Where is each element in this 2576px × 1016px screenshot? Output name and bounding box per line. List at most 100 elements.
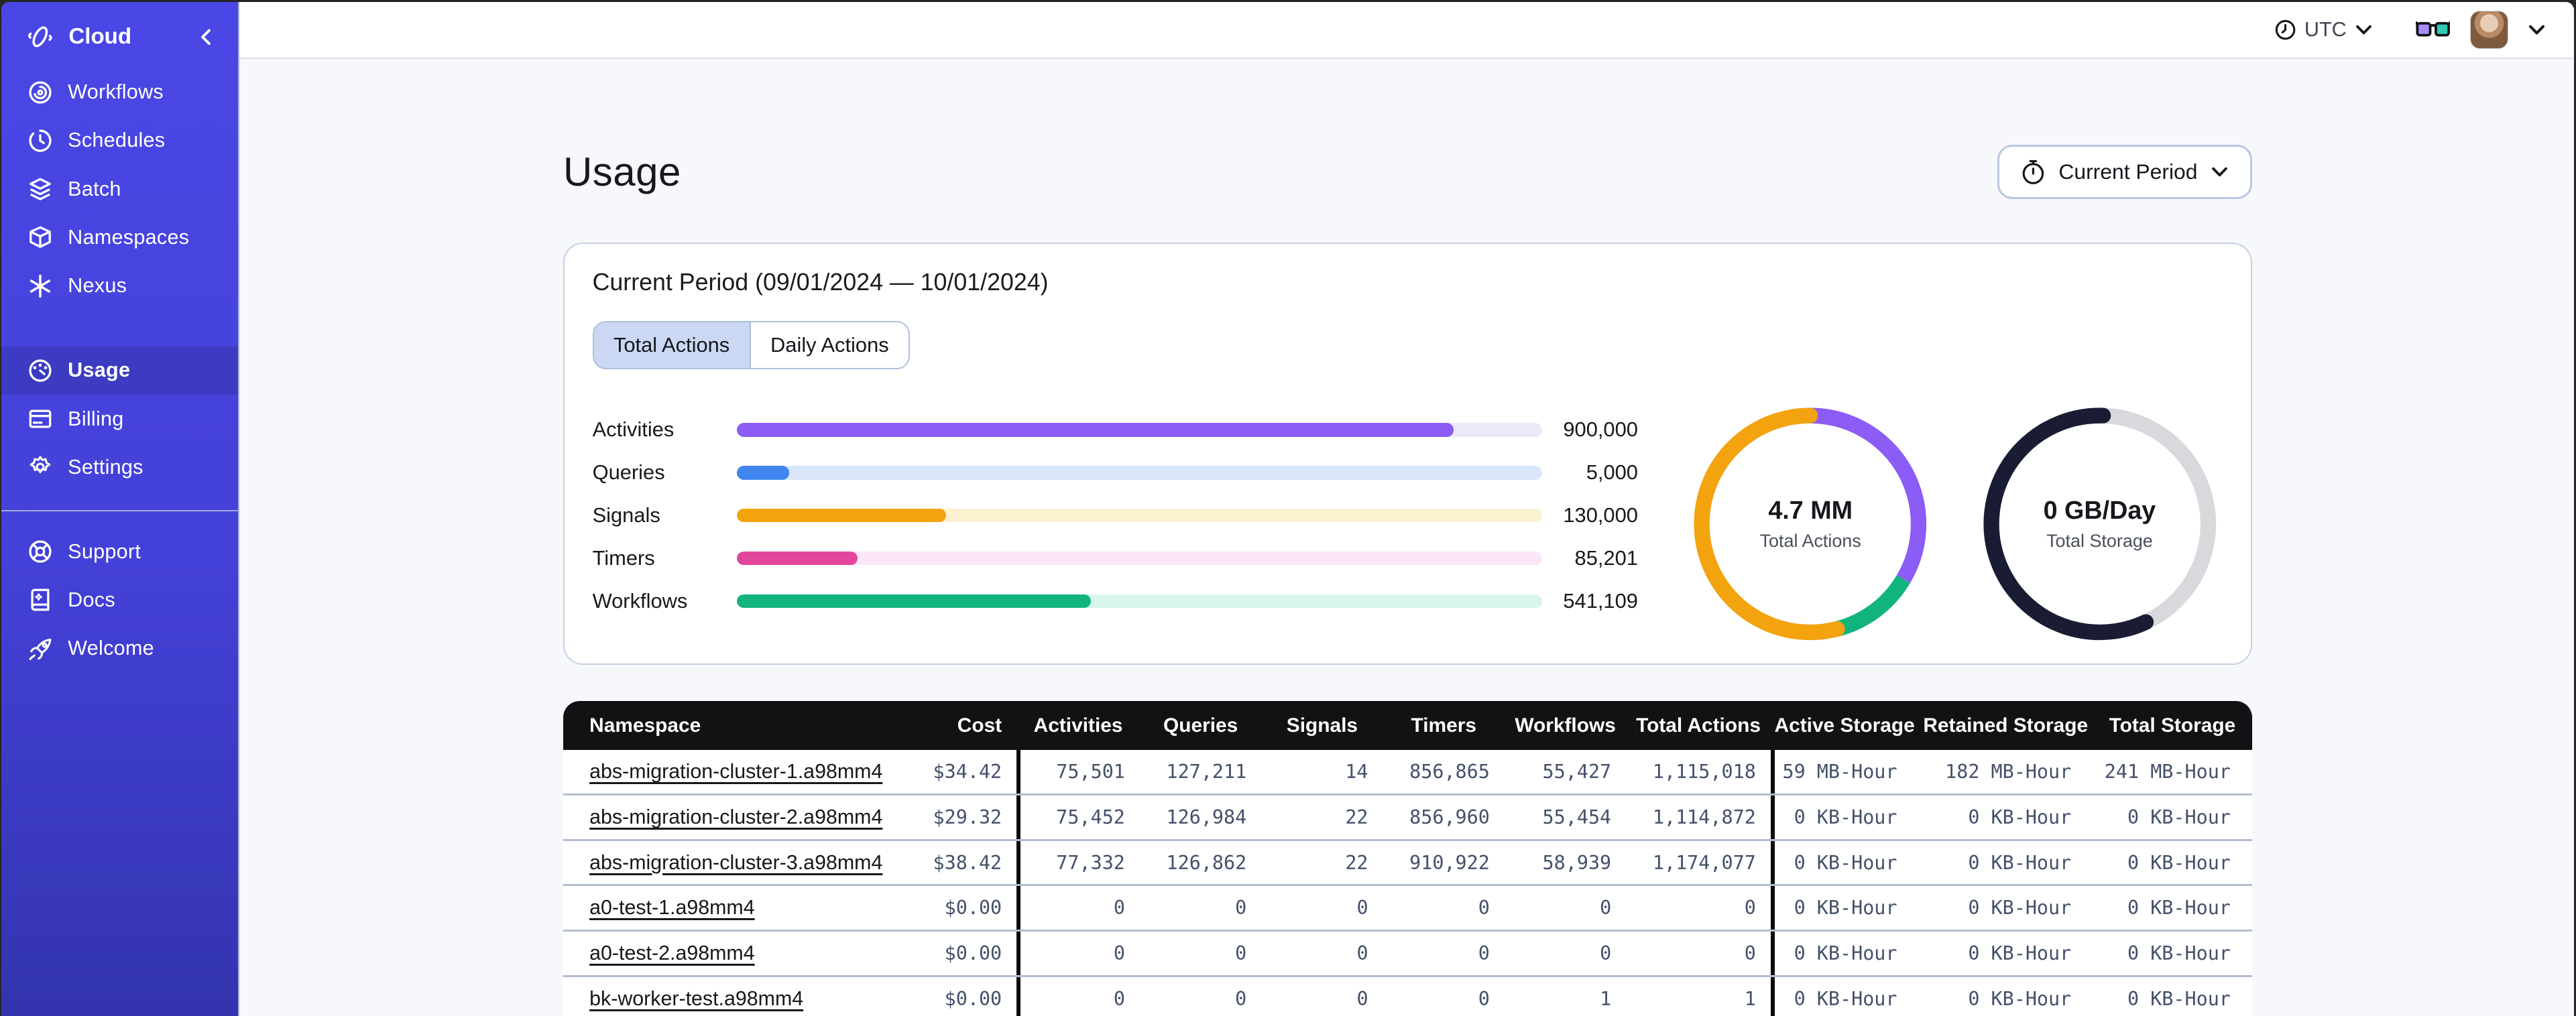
table-cell: 0 (1016, 932, 1140, 975)
chevron-down-icon (2211, 163, 2229, 181)
settings-icon (27, 454, 53, 480)
table-row: abs-migration-cluster-2.a98mm4 $29.32 75,4… (563, 795, 2252, 841)
table-header-cell: Retained Storage (1923, 714, 2089, 737)
table-cell: 0 (1235, 897, 1247, 919)
table-cell: 0 KB-Hour (2127, 942, 2231, 964)
stopwatch-icon (2021, 159, 2046, 185)
table-header-cell: Queries (1163, 714, 1238, 737)
table-cell: 0 KB-Hour (1968, 806, 2072, 828)
content-area: Usage Current Period Current Period (09/… (239, 58, 2574, 1016)
table-cell: 0 (1478, 987, 1490, 1010)
table-cell: $0.00 (944, 987, 1002, 1010)
table-cell: 1,115,018 (1652, 761, 1756, 783)
bar-track (737, 551, 1542, 566)
table-cell: $34.42 (933, 761, 1002, 783)
table-cell: 0 KB-Hour (1770, 840, 1919, 885)
bar-value: 5,000 (1586, 460, 1638, 485)
namespace-link[interactable]: abs-migration-cluster-3.a98mm4 (589, 851, 882, 875)
table-cell: 127,211 (1166, 761, 1247, 783)
namespace-link[interactable]: bk-worker-test.a98mm4 (589, 987, 803, 1011)
tab-total-actions[interactable]: Total Actions (593, 322, 750, 369)
usage-bar-row: Activities 900,000 (593, 416, 1638, 444)
sidebar-item-billing[interactable]: Billing (1, 395, 238, 443)
sidebar-item-schedules[interactable]: Schedules (1, 117, 238, 165)
table-cell: 0 KB-Hour (1770, 932, 1919, 975)
timezone-select[interactable]: UTC (2274, 18, 2373, 42)
sidebar-item-nexus[interactable]: Nexus (1, 262, 238, 310)
page-title: Usage (563, 149, 681, 195)
namespace-cell: a0-test-1.a98mm4 (563, 886, 892, 930)
bar-track (737, 465, 1542, 480)
bar-fill (737, 465, 790, 480)
sidebar-item-label: Settings (68, 455, 143, 479)
table-cell: 126,862 (1166, 851, 1247, 874)
batch-icon (27, 176, 53, 202)
sidebar-item-welcome[interactable]: Welcome (1, 625, 238, 673)
table-header-cell: Cost (957, 714, 1002, 737)
table-cell: 856,865 (1409, 761, 1490, 783)
account-menu-chevron-icon[interactable] (2528, 21, 2546, 39)
bar-fill (737, 422, 1454, 437)
main-column: UTC Usage Current Period Current Period … (239, 2, 2574, 1016)
screenshot-stage: Cloud Workflows Schedules Batch Namespac… (0, 0, 2576, 1016)
table-cell: 22 (1345, 851, 1368, 874)
table-cell: 1 (1744, 987, 1756, 1010)
table-cell: 0 KB-Hour (1770, 795, 1919, 839)
period-select-button[interactable]: Current Period (1997, 145, 2252, 200)
brand-label: Cloud (68, 23, 132, 49)
disguise-glasses-icon[interactable] (2415, 17, 2451, 42)
billing-icon (27, 406, 53, 432)
usage-bar-row: Workflows 541,109 (593, 587, 1638, 616)
user-avatar[interactable] (2469, 11, 2508, 50)
tab-daily-actions[interactable]: Daily Actions (749, 322, 909, 369)
table-cell: 0 (1478, 942, 1490, 964)
sidebar-item-label: Usage (68, 359, 131, 382)
timezone-label: UTC (2304, 18, 2347, 42)
sidebar-item-docs[interactable]: Docs (1, 576, 238, 624)
table-cell: 241 MB-Hour (2104, 761, 2231, 783)
bar-value: 541,109 (1563, 589, 1638, 613)
nexus-icon (27, 273, 53, 299)
sidebar-item-batch[interactable]: Batch (1, 165, 238, 213)
table-cell: 55,427 (1542, 761, 1612, 783)
namespace-link[interactable]: abs-migration-cluster-1.a98mm4 (589, 760, 882, 783)
table-cell: 0 KB-Hour (1770, 886, 1919, 930)
sidebar-item-workflows[interactable]: Workflows (1, 68, 238, 116)
table-cell: 0 (1744, 897, 1756, 919)
namespace-link[interactable]: a0-test-1.a98mm4 (589, 896, 755, 919)
table-cell: 0 KB-Hour (1968, 851, 2072, 874)
period-select-label: Current Period (2058, 160, 2198, 184)
table-header-cell: Total Actions (1636, 714, 1761, 737)
usage-bar-row: Queries 5,000 (593, 458, 1638, 487)
sidebar-item-support[interactable]: Support (1, 527, 238, 576)
card-title: Current Period (09/01/2024 — 10/01/2024) (592, 268, 1049, 296)
table-cell: 1,174,077 (1652, 851, 1756, 874)
sidebar-item-usage[interactable]: Usage (1, 346, 239, 395)
table-header-cell: Total Storage (2109, 714, 2236, 737)
namespace-link[interactable]: abs-migration-cluster-2.a98mm4 (589, 806, 882, 829)
welcome-icon (27, 636, 53, 661)
namespace-link[interactable]: a0-test-2.a98mm4 (589, 942, 755, 965)
collapse-sidebar-icon[interactable] (198, 29, 215, 46)
table-cell: 0 (1356, 897, 1368, 919)
table-body: abs-migration-cluster-1.a98mm4 $34.42 75,5… (563, 750, 2252, 1016)
table-cell: 0 (1016, 976, 1140, 1016)
usage-bar-chart: Activities 900,000 Queries 5,000 Signals 130,… (593, 416, 1638, 647)
table-cell: 22 (1345, 806, 1368, 828)
table-row: abs-migration-cluster-1.a98mm4 $34.42 75,5… (563, 750, 2252, 796)
bar-label: Timers (592, 546, 655, 570)
table-cell: $0.00 (944, 897, 1002, 919)
table-header-cell: Workflows (1515, 714, 1616, 737)
table-row: a0-test-1.a98mm4 $0.00 0 0 0 0 0 0 0 KB-Hour 0 KB… (563, 886, 2252, 932)
schedules-icon (27, 128, 53, 153)
sidebar-item-settings[interactable]: Settings (1, 443, 238, 491)
table-cell: 0 (1016, 886, 1140, 930)
sidebar: Cloud Workflows Schedules Batch Namespac… (1, 2, 240, 1016)
table-cell: 58,939 (1542, 851, 1612, 874)
table-header-cell: Namespace (589, 714, 701, 737)
chevron-down-icon (2355, 21, 2373, 39)
total-storage-label: Total Storage (2046, 531, 2153, 552)
sidebar-item-namespaces[interactable]: Namespaces (1, 213, 238, 261)
top-bar: UTC (239, 2, 2574, 59)
table-cell: 126,984 (1166, 806, 1247, 828)
